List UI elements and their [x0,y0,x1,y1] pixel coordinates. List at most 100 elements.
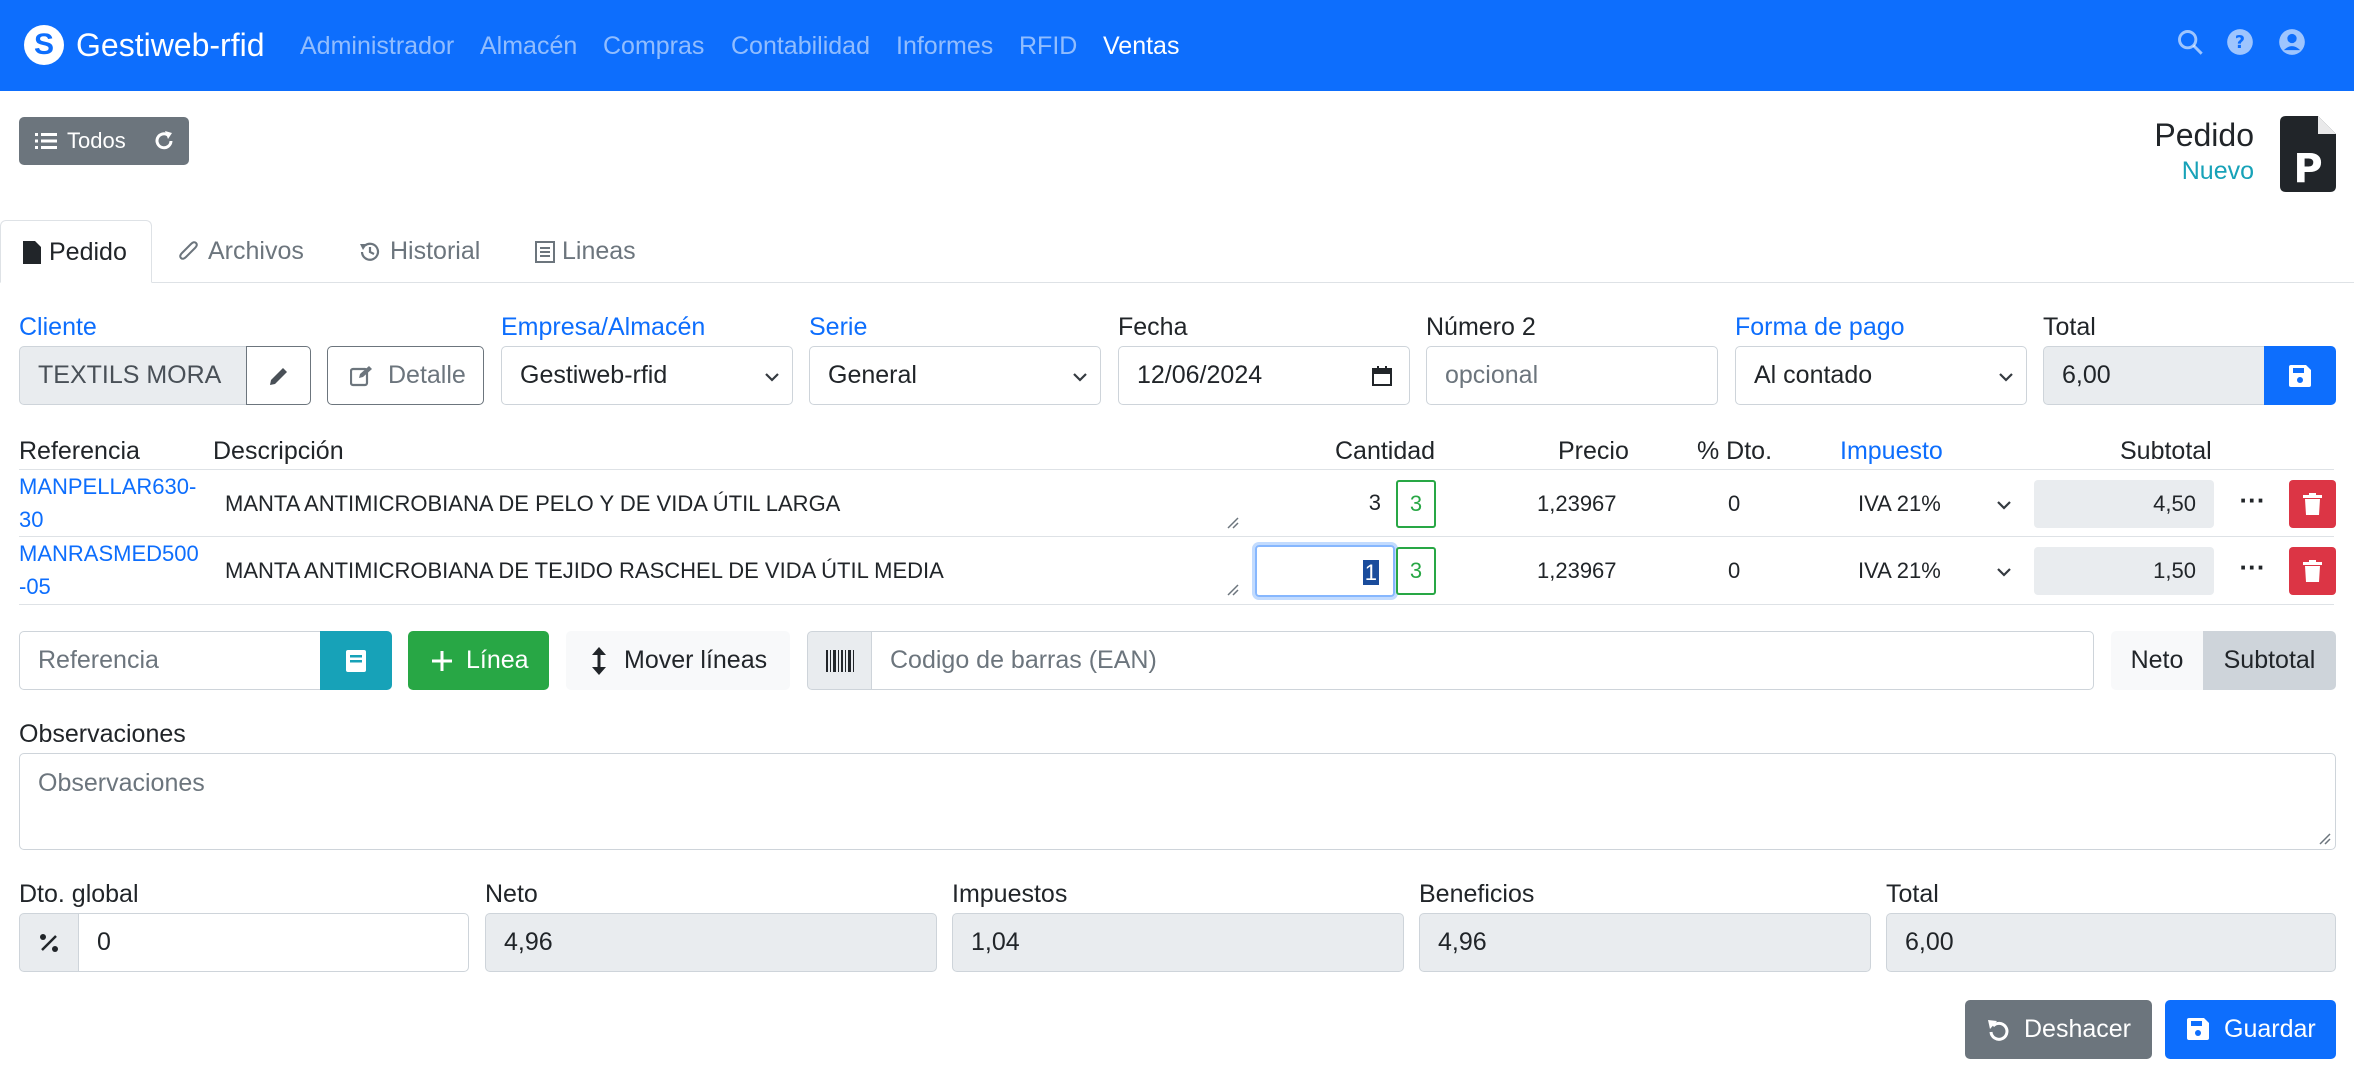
line-ref-link[interactable]: MANRASMED500-05 [19,537,204,603]
row-divider [19,469,2334,470]
percent-icon [40,934,58,952]
search-icon[interactable] [2176,28,2204,56]
ean-input[interactable]: Codigo de barras (EAN) [871,631,2094,690]
serie-select[interactable]: General [809,346,1101,405]
chevron-down-icon[interactable] [1996,497,2012,513]
empresa-select[interactable]: Gestiweb-rfid [501,346,793,405]
nav-item-contabilidad[interactable]: Contabilidad [731,31,870,61]
col-dto: % Dto. [1697,437,1773,465]
col-impuesto[interactable]: Impuesto [1840,436,1943,466]
line-subtotal: 4,50 [2034,480,2214,528]
nav-item-ventas[interactable]: Ventas [1103,31,1179,61]
row-divider [19,604,2334,605]
chevron-down-icon[interactable] [1996,564,2012,580]
fecha-label: Fecha [1118,313,1188,341]
catalog-button[interactable] [320,631,392,690]
observaciones-textarea[interactable]: Observaciones [19,753,2336,850]
referencia-input[interactable]: Referencia [19,631,321,690]
svg-text:P: P [2293,146,2322,192]
line-tax-select[interactable]: IVA 21% [1858,556,1941,586]
cliente-label[interactable]: Cliente [19,312,97,342]
book-icon [346,650,366,672]
history-icon [360,242,380,261]
dto-global-input[interactable]: 0 [78,913,469,972]
paperclip-icon [179,241,198,260]
nav-item-compras[interactable]: Compras [603,31,704,61]
resize-handle-icon[interactable] [1225,582,1239,596]
add-linea-button[interactable]: Línea [408,631,549,690]
help-icon[interactable]: ? [2226,28,2254,56]
deshacer-button[interactable]: Deshacer [1965,1000,2152,1059]
edit-cliente-button[interactable] [246,346,311,405]
mover-lineas-button[interactable]: Mover líneas [566,631,790,690]
observaciones-label: Observaciones [19,720,186,748]
tabs-divider [0,282,2354,283]
document-title: Pedido [2154,117,2254,153]
line-delete-button[interactable] [2289,480,2336,528]
guardar-button[interactable]: Guardar [2165,1000,2336,1059]
numero2-input[interactable]: opcional [1426,346,1718,405]
undo-icon [1988,1020,2009,1041]
user-icon[interactable] [2278,28,2306,56]
line-description-input[interactable]: MANTA ANTIMICROBIANA DE PELO Y DE VIDA Ú… [211,474,1243,533]
trash-icon [2303,493,2322,515]
line-description-input[interactable]: MANTA ANTIMICROBIANA DE TEJIDO RASCHEL D… [211,541,1243,600]
line-price[interactable]: 1,23967 [1537,556,1617,586]
barcode-icon [826,650,854,672]
line-quantity-input[interactable]: 3 [1255,477,1395,529]
line-delete-button[interactable] [2289,547,2336,595]
chevron-down-icon [1999,373,2013,382]
line-discount[interactable]: 0 [1728,556,1740,586]
quick-save-button[interactable] [2264,346,2336,405]
top-navbar: S Gestiweb-rfid Administrador Almacén Co… [0,0,2354,91]
line-more-button[interactable]: ··· [2230,547,2275,595]
line-ref-link[interactable]: MANPELLAR630-30 [19,470,204,536]
line-discount[interactable]: 0 [1728,489,1740,519]
fecha-input[interactable]: 12/06/2024 [1118,346,1410,405]
line-more-button[interactable]: ··· [2230,480,2275,528]
neto-field: 4,96 [485,913,937,972]
dto-global-label: Dto. global [19,880,139,908]
arrows-vertical-icon [592,647,606,675]
resize-handle-icon[interactable] [1225,515,1239,529]
total-summary-field: 6,00 [1886,913,2336,972]
trash-icon [2303,560,2322,582]
subtotal-toggle[interactable]: Subtotal [2203,631,2336,690]
row-divider [19,536,2334,537]
document-type-icon: P [2280,116,2336,192]
resize-handle-icon[interactable] [2317,831,2331,845]
col-subtotal: Subtotal [2120,437,2212,465]
nav-item-rfid[interactable]: RFID [1019,31,1077,61]
file-icon [23,241,41,264]
refresh-icon[interactable] [152,129,176,153]
total-label: Total [2043,313,2096,341]
line-tax-select[interactable]: IVA 21% [1858,489,1941,519]
pencil-icon [270,368,287,385]
line-stock-badge: 3 [1396,480,1436,528]
forma-pago-label[interactable]: Forma de pago [1735,312,1905,342]
nav-item-informes[interactable]: Informes [896,31,993,61]
detalle-button[interactable]: Detalle [327,346,484,405]
forma-pago-select[interactable]: Al contado [1735,346,2027,405]
line-stock-badge: 3 [1396,547,1436,595]
brand-logo-icon[interactable]: S [24,25,64,65]
nav-item-administrador[interactable]: Administrador [300,31,454,61]
neto-toggle[interactable]: Neto [2111,631,2203,690]
chevron-down-icon [1073,373,1087,382]
empresa-label: Empresa/Almacén [501,313,706,341]
nav-item-almacen[interactable]: Almacén [480,31,577,61]
col-referencia: Referencia [19,437,140,465]
line-price[interactable]: 1,23967 [1537,489,1617,519]
impuestos-label: Impuestos [952,880,1068,908]
calendar-icon[interactable] [1371,365,1393,387]
todos-button[interactable]: Todos [19,117,189,165]
save-icon [2289,365,2311,387]
line-quantity-input[interactable]: 1 [1255,545,1395,597]
tab-pedido[interactable]: Pedido [0,220,152,283]
neto-label: Neto [485,880,538,908]
cliente-field[interactable]: TEXTILS MORA [19,346,247,405]
svg-text:?: ? [2235,33,2245,53]
total-summary-label: Total [1886,880,1939,908]
brand-name[interactable]: Gestiweb-rfid [76,24,265,66]
col-precio: Precio [1558,437,1629,465]
